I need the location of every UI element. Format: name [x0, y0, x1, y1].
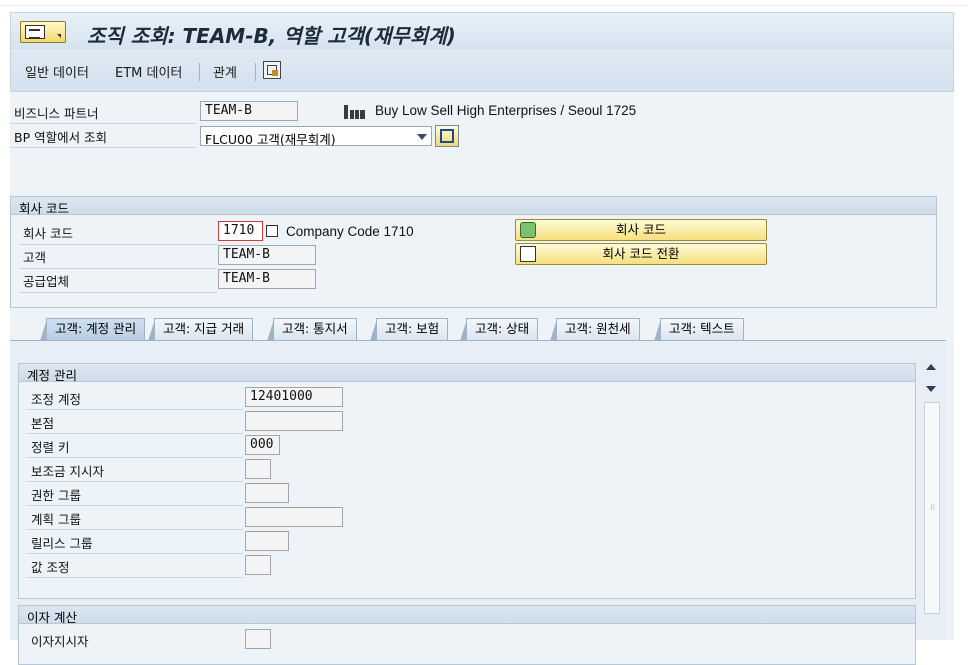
row-divider — [27, 529, 243, 530]
interest-calculation-group: 이자 계산 이자지시자 — [18, 605, 916, 665]
company-code-group: 회사 코드 회사 코드 1710 Company Code 1710 고객 TE… — [10, 196, 937, 308]
title-bar: 조직 조회: TEAM-B, 역할 고객(재무회계) — [10, 12, 954, 50]
factory-icon — [344, 103, 366, 119]
head-office-label: 본점 — [31, 416, 55, 431]
dropdown-icon — [57, 34, 61, 38]
group-header: 회사 코드 — [11, 197, 936, 216]
recon-account-field[interactable]: 12401000 — [245, 387, 343, 407]
top-border — [0, 0, 968, 6]
chevron-down-icon — [417, 134, 427, 140]
interest-indicator-field[interactable] — [245, 629, 271, 649]
row-divider — [19, 268, 217, 269]
group-header: 계정 관리 — [19, 364, 915, 383]
row-divider — [19, 244, 217, 245]
application-toolbar: 일반 데이터 ETM 데이터 관계 — [10, 50, 954, 92]
subsidy-indicator-label: 보조금 지시자 — [31, 464, 104, 479]
company-code-label: 회사 코드 — [23, 226, 73, 241]
system-menu-button[interactable] — [20, 21, 66, 43]
value-adjustment-label: 값 조정 — [31, 560, 70, 575]
bp-label: 비즈니스 파트너 — [14, 106, 99, 121]
tab-texts[interactable]: 고객: 텍스트 — [654, 318, 744, 341]
main-area: 비즈니스 파트너 TEAM-B Buy Low Sell High Enterp… — [10, 92, 954, 665]
toolbar-separator — [255, 63, 256, 81]
head-office-field[interactable] — [245, 411, 343, 431]
row-divider — [27, 481, 243, 482]
planning-group-label: 계획 그룹 — [31, 512, 81, 527]
bp-description: Buy Low Sell High Enterprises / Seoul 17… — [375, 103, 637, 118]
key-icon — [520, 222, 536, 238]
company-code-desc: Company Code 1710 — [286, 224, 414, 239]
role-label: BP 역할에서 조회 — [14, 130, 108, 145]
scroll-track[interactable]: ⁝⁝ — [924, 402, 940, 614]
planning-group-field[interactable] — [245, 507, 343, 527]
authorization-group-label: 권한 그룹 — [31, 488, 81, 503]
tab-panel: 계정 관리 조정 계정 12401000 본점 정렬 키 000 보조금 지시자… — [10, 340, 946, 665]
copy-icon[interactable] — [266, 225, 278, 237]
switch-icon — [520, 246, 536, 262]
scroll-grip-icon[interactable]: ⁝⁝ — [930, 503, 935, 512]
customer-field[interactable]: TEAM-B — [218, 245, 316, 265]
group-header: 이자 계산 — [19, 606, 915, 625]
group-title: 계정 관리 — [27, 368, 77, 383]
tab-correspondence[interactable]: 고객: 통지서 — [267, 318, 357, 341]
group-title: 이자 계산 — [27, 610, 77, 625]
scroll-up-icon[interactable] — [926, 364, 936, 370]
row-divider — [27, 457, 243, 458]
tab-payment-transactions[interactable]: 고객: 지급 거래 — [147, 318, 254, 341]
row-divider — [27, 505, 243, 506]
sort-key-label: 정렬 키 — [31, 440, 70, 455]
scroll-down-icon[interactable] — [926, 386, 936, 392]
relationships-button[interactable]: 관계 — [213, 62, 237, 81]
value-adjustment-field[interactable] — [245, 555, 271, 575]
role-select-value: FLCU00 고객(재무회계) — [205, 132, 336, 147]
role-select[interactable]: FLCU00 고객(재무회계) — [200, 126, 432, 147]
tab-insurance[interactable]: 고객: 보험 — [369, 318, 449, 341]
company-code-button-label: 회사 코드 — [616, 222, 666, 237]
tab-withholding-tax[interactable]: 고객: 원천세 — [550, 318, 640, 341]
release-group-label: 릴리스 그룹 — [31, 536, 93, 551]
vendor-label: 공급업체 — [23, 274, 70, 289]
general-data-button[interactable]: 일반 데이터 — [25, 62, 89, 81]
row-divider — [27, 553, 243, 554]
vertical-scrollbar[interactable]: ⁝⁝ — [922, 360, 940, 632]
etm-data-button[interactable]: ETM 데이터 — [115, 62, 182, 81]
vendor-field[interactable]: TEAM-B — [218, 269, 316, 289]
row-divider — [27, 577, 243, 578]
page-title: 조직 조회: TEAM-B, 역할 고객(재무회계) — [87, 24, 456, 48]
menu-icon — [25, 25, 45, 39]
switch-role-button[interactable] — [435, 125, 459, 147]
display-change-icon — [440, 129, 454, 143]
switch-company-code-button-label: 회사 코드 전환 — [602, 246, 680, 261]
row-divider — [27, 433, 243, 434]
company-code-button[interactable]: 회사 코드 — [515, 219, 767, 241]
company-code-field[interactable]: 1710 — [218, 221, 263, 241]
customer-label: 고객 — [23, 250, 47, 265]
release-group-field[interactable] — [245, 531, 289, 551]
switch-company-code-button[interactable]: 회사 코드 전환 — [515, 243, 767, 265]
subsidy-indicator-field[interactable] — [245, 459, 271, 479]
tab-account-management[interactable]: 고객: 계정 관리 — [39, 318, 146, 341]
row-divider — [19, 292, 217, 293]
recon-account-label: 조정 계정 — [31, 392, 81, 407]
row-divider — [27, 409, 243, 410]
account-management-group: 계정 관리 조정 계정 12401000 본점 정렬 키 000 보조금 지시자… — [18, 363, 916, 599]
sort-key-field[interactable]: 000 — [245, 435, 280, 455]
bp-field[interactable]: TEAM-B — [200, 101, 298, 121]
interest-indicator-label: 이자지시자 — [31, 634, 89, 649]
display-icon[interactable] — [263, 61, 281, 79]
row-divider — [10, 147, 196, 148]
row-divider — [10, 123, 196, 124]
toolbar-separator — [199, 63, 200, 81]
tab-status[interactable]: 고객: 상태 — [459, 318, 539, 341]
group-title: 회사 코드 — [19, 201, 69, 216]
authorization-group-field[interactable] — [245, 483, 289, 503]
